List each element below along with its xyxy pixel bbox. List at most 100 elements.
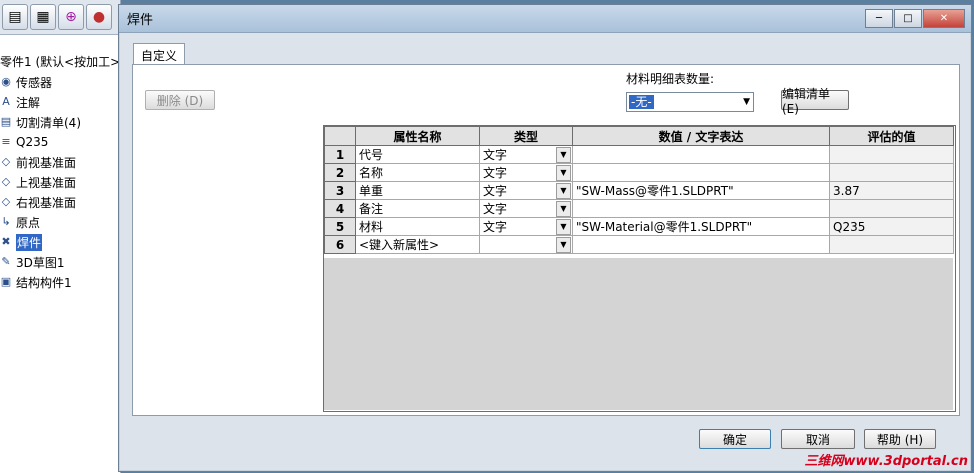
value-cell-text: "SW-Material@零件1.SLDPRT": [576, 220, 753, 234]
structural-member-icon: ▣: [0, 275, 12, 288]
value-cell[interactable]: [572, 163, 830, 182]
grid-empty-area: [324, 258, 953, 410]
close-icon[interactable]: ✕: [923, 9, 965, 28]
type-select-cell-text: 文字: [483, 166, 508, 180]
tree-item[interactable]: ◇ 右视基准面: [0, 192, 120, 212]
row-number[interactable]: 2: [324, 163, 356, 182]
sketch-icon: ✎: [1, 255, 11, 268]
type-select-cell[interactable]: 文字 ▼: [479, 145, 573, 164]
type-select-cell[interactable]: 文字 ▼: [479, 163, 573, 182]
evaluated-value-cell: Q235: [829, 217, 954, 236]
chevron-down-icon[interactable]: ▼: [556, 165, 571, 181]
value-cell[interactable]: "SW-Mass@零件1.SLDPRT": [572, 181, 830, 200]
watermark: 三维网www.3dportal.cn: [804, 454, 968, 469]
tree-toolbar: ▤ ▦ ⊕ ●: [0, 0, 120, 35]
dialog-title: 焊件: [127, 13, 154, 28]
bom-quantity-select[interactable]: -无- ▼: [626, 92, 754, 112]
tree-item-label: Q235: [16, 135, 49, 149]
dialog-titlebar[interactable]: 焊件: [119, 5, 971, 33]
type-select-cell[interactable]: 文字 ▼: [479, 217, 573, 236]
edit-list-button[interactable]: 编辑清单 (E): [781, 87, 849, 116]
row-number[interactable]: 1: [324, 145, 356, 164]
tree-item[interactable]: ◇ 前视基准面: [0, 152, 120, 172]
col-header-evaluated[interactable]: 评估的值: [829, 126, 954, 146]
properties-icon[interactable]: ▤: [2, 4, 28, 30]
row-number[interactable]: 3: [324, 181, 356, 200]
tree-item-label: 原点: [16, 215, 41, 230]
value-cell[interactable]: [572, 145, 830, 164]
tree-item[interactable]: ✎ 3D草图1: [0, 252, 120, 272]
property-name-cell[interactable]: <键入新属性>: [355, 235, 480, 254]
type-select-cell[interactable]: 文字 ▼: [479, 181, 573, 200]
property-name-cell[interactable]: 材料: [355, 217, 480, 236]
row-number-text: 4: [335, 201, 345, 216]
minimize-icon[interactable]: ─: [865, 9, 893, 28]
evaluated-value-cell-text: Q235: [833, 219, 866, 234]
type-select-cell[interactable]: 文字 ▼: [479, 199, 573, 218]
type-select-cell-text: 文字: [483, 202, 508, 216]
col-header-type[interactable]: 类型: [479, 126, 573, 146]
col-header-value[interactable]: 数值 / 文字表达: [572, 126, 830, 146]
tree-item-label: 切割清单(4): [16, 115, 81, 130]
properties-grid: 属性名称 类型 数值 / 文字表达 评估的值 1 代号 文字 ▼ 2 名称 文字 ▼ 3 单重 文字…: [323, 125, 956, 412]
tree-item[interactable]: ↳ 原点: [0, 212, 120, 232]
table-row: 6 <键入新属性> ▼: [324, 235, 954, 254]
tree-root-part[interactable]: 零件1 (默认<按加工>: [0, 53, 120, 70]
plane-icon: ◇: [1, 195, 11, 208]
tree-item[interactable]: ▤ 切割清单(4): [0, 112, 120, 132]
feature-manager-tree: ▤ ▦ ⊕ ● 零件1 (默认<按加工> ◉ 传感器 A 注解 ▤ 切割清单(4) ≡ Q23…: [0, 0, 121, 473]
row-number[interactable]: 4: [324, 199, 356, 218]
property-name-cell-text: 名称: [359, 166, 384, 180]
row-number-text: 2: [335, 165, 345, 180]
tree-item[interactable]: ◇ 上视基准面: [0, 172, 120, 192]
value-cell[interactable]: [572, 199, 830, 218]
tree-item[interactable]: ▣ 结构构件1: [0, 272, 120, 292]
type-select-cell-text: 文字: [483, 148, 508, 162]
tree-item[interactable]: ◉ 传感器: [0, 72, 120, 92]
col-header-property-name[interactable]: 属性名称: [355, 126, 480, 146]
tree-item-label: 焊件: [16, 233, 43, 251]
chevron-down-icon[interactable]: ▼: [556, 183, 571, 199]
chevron-down-icon[interactable]: ▼: [556, 237, 571, 253]
evaluated-value-cell: [829, 163, 954, 182]
row-number[interactable]: 5: [324, 217, 356, 236]
tab-custom[interactable]: 自定义: [133, 43, 185, 66]
tree-item[interactable]: ≡ Q235: [0, 132, 120, 152]
value-cell-text: "SW-Mass@零件1.SLDPRT": [576, 184, 734, 198]
tree-item[interactable]: ✖ 焊件: [0, 232, 120, 252]
help-button[interactable]: 帮助 (H): [864, 429, 936, 449]
row-number-text: 1: [335, 147, 345, 162]
evaluated-value-cell: [829, 145, 954, 164]
plane-icon: ◇: [1, 155, 11, 168]
ok-button[interactable]: 确定: [699, 429, 771, 449]
evaluated-value-cell: 3.87: [829, 181, 954, 200]
appearance-icon[interactable]: ●: [86, 4, 112, 30]
type-select-cell-text: 文字: [483, 184, 508, 198]
chevron-down-icon[interactable]: ▼: [556, 147, 571, 163]
chevron-down-icon[interactable]: ▼: [556, 201, 571, 217]
tree-item-label: 结构构件1: [16, 275, 72, 290]
property-name-cell[interactable]: 名称: [355, 163, 480, 182]
tree-item[interactable]: A 注解: [0, 92, 120, 112]
window-buttons: ─ □ ✕: [865, 9, 965, 28]
grid-corner[interactable]: [324, 126, 356, 146]
row-number[interactable]: 6: [324, 235, 356, 254]
type-select-cell[interactable]: ▼: [479, 235, 573, 254]
value-cell[interactable]: "SW-Material@零件1.SLDPRT": [572, 217, 830, 236]
origin-icon[interactable]: ⊕: [58, 4, 84, 30]
maximize-icon[interactable]: □: [894, 9, 922, 28]
delete-button[interactable]: 删除 (D): [145, 90, 215, 110]
config-icon[interactable]: ▦: [30, 4, 56, 30]
table-row: 2 名称 文字 ▼: [324, 163, 954, 182]
table-row: 5 材料 文字 ▼ "SW-Material@零件1.SLDPRT" Q235: [324, 217, 954, 236]
chevron-down-icon[interactable]: ▼: [743, 97, 750, 107]
property-name-cell-text: 备注: [359, 202, 384, 216]
value-cell[interactable]: [572, 235, 830, 254]
tree-item-label: 3D草图1: [16, 255, 65, 270]
property-name-cell[interactable]: 单重: [355, 181, 480, 200]
property-name-cell[interactable]: 备注: [355, 199, 480, 218]
property-name-cell[interactable]: 代号: [355, 145, 480, 164]
evaluated-value-cell-text: 3.87: [833, 183, 860, 198]
cancel-button[interactable]: 取消: [781, 429, 855, 449]
chevron-down-icon[interactable]: ▼: [556, 219, 571, 235]
